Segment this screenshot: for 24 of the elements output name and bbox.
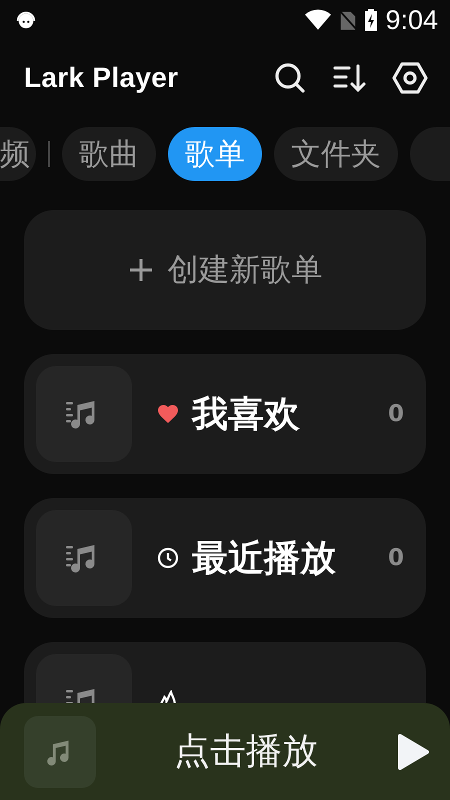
app-title: Lark Player [24,62,180,94]
mini-player[interactable]: 点击播放 [0,703,450,800]
category-tab[interactable]: 歌曲 [62,127,156,181]
category-tab[interactable]: 歌单 [168,127,262,181]
app-logo-icon [14,9,38,31]
playlist-name: 我喜欢 [192,392,301,436]
play-prompt: 点击播放 [173,730,319,774]
category-tab[interactable]: 频 [0,127,36,181]
playlist-count: 0 [388,545,404,571]
play-icon[interactable] [396,732,430,770]
create-playlist-button[interactable]: 创建新歌单 [24,210,426,330]
plus-icon [128,257,154,283]
no-sim-icon [339,9,358,31]
battery-icon [365,9,378,31]
playlist-card[interactable]: 最近播放 0 [24,498,426,618]
playlist-count: 0 [388,401,404,427]
settings-icon[interactable] [392,60,428,96]
status-time: 9:04 [385,4,438,36]
playlist-name: 最近播放 [192,536,337,580]
clock-icon [156,546,180,570]
wifi-icon [305,9,332,31]
playlist-card[interactable]: 我喜欢 0 [24,354,426,474]
heart-icon [156,402,180,426]
category-tab[interactable]: 文件夹 [274,127,398,181]
